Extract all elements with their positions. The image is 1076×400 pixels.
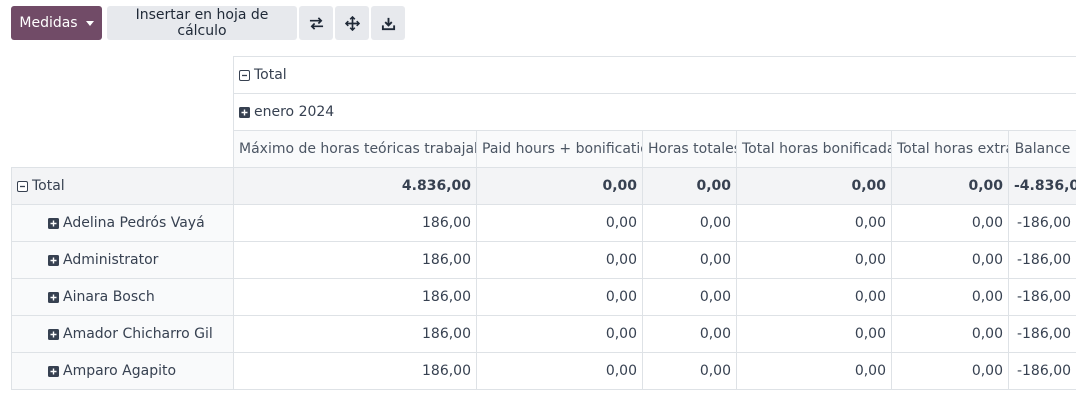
row-header-label: Adelina Pedrós Vayá <box>63 215 205 231</box>
insert-in-spreadsheet-button[interactable]: Insertar en hoja de cálculo <box>107 6 297 40</box>
collapse-icon <box>239 70 250 81</box>
row-header[interactable]: Amador Chicharro Gil <box>11 315 234 353</box>
cell-value[interactable]: 4.836,00 <box>233 167 477 205</box>
expand-icon <box>48 292 59 303</box>
row-header[interactable]: Ainara Bosch <box>11 278 234 316</box>
pivot-corner <box>11 56 234 168</box>
table-row: Amador Chicharro Gil 186,00 0,00 0,00 0,… <box>11 315 1076 353</box>
measure-header[interactable]: Total horas bonificadas <box>736 130 892 168</box>
expand-icon <box>239 107 250 118</box>
measures-dropdown-button[interactable]: Medidas <box>11 6 102 40</box>
expand-icon <box>48 255 59 266</box>
download-button[interactable] <box>371 6 405 40</box>
cell-value[interactable]: 0,00 <box>891 352 1009 390</box>
flip-axis-icon <box>309 16 323 30</box>
cell-value[interactable]: 0,00 <box>476 241 643 279</box>
expand-icon <box>48 218 59 229</box>
col-header-total[interactable]: Total <box>232 56 1076 94</box>
cell-value[interactable]: 0,00 <box>476 278 643 316</box>
row-header-label: Ainara Bosch <box>63 289 155 305</box>
table-row: Amparo Agapito 186,00 0,00 0,00 0,00 0,0… <box>11 352 1076 390</box>
measure-header[interactable]: Horas totales <box>642 130 737 168</box>
cell-value[interactable]: 0,00 <box>642 167 737 205</box>
cell-value[interactable]: 0,00 <box>891 204 1009 242</box>
cell-value[interactable]: 0,00 <box>642 278 737 316</box>
cell-value[interactable]: 186,00 <box>233 352 477 390</box>
row-header[interactable]: Administrator <box>11 241 234 279</box>
cell-value[interactable]: -4.836,00 <box>1007 167 1076 205</box>
col-header-group[interactable]: enero 2024 <box>232 93 1076 131</box>
cell-value[interactable]: 0,00 <box>736 278 892 316</box>
cell-value[interactable]: 0,00 <box>642 241 737 279</box>
row-header-label: Amparo Agapito <box>63 363 177 379</box>
pivot-table: Total enero 2024 Máximo de horas teórica… <box>11 56 1076 390</box>
cell-value[interactable]: 0,00 <box>736 167 892 205</box>
collapse-icon <box>17 181 28 192</box>
cell-value[interactable]: 186,00 <box>233 315 477 353</box>
table-row: Ainara Bosch 186,00 0,00 0,00 0,00 0,00 … <box>11 278 1076 316</box>
cell-value[interactable]: -186,00 <box>1007 204 1076 242</box>
cell-value[interactable]: 0,00 <box>891 167 1009 205</box>
caret-down-icon <box>85 20 94 26</box>
cell-value[interactable]: 0,00 <box>476 204 643 242</box>
total-row: Total 4.836,00 0,00 0,00 0,00 0,00 -4.83… <box>11 167 1076 205</box>
cell-value[interactable]: -186,00 <box>1007 352 1076 390</box>
col-header-group-label: enero 2024 <box>254 104 335 120</box>
download-icon <box>381 17 395 30</box>
row-header-label: Administrator <box>63 252 159 268</box>
row-header[interactable]: Amparo Agapito <box>11 352 234 390</box>
cell-value[interactable]: -186,00 <box>1007 315 1076 353</box>
cell-value[interactable]: 0,00 <box>642 204 737 242</box>
pivot-toolbar: Medidas Insertar en hoja de cálculo <box>11 6 405 40</box>
cell-value[interactable]: 186,00 <box>233 278 477 316</box>
cell-value[interactable]: 0,00 <box>736 352 892 390</box>
expand-icon <box>48 329 59 340</box>
cell-value[interactable]: 0,00 <box>736 241 892 279</box>
measures-label: Medidas <box>19 15 78 31</box>
col-header-total-label: Total <box>254 67 287 83</box>
cell-value[interactable]: 0,00 <box>642 352 737 390</box>
row-header-label: Amador Chicharro Gil <box>63 326 213 342</box>
cell-value[interactable]: 0,00 <box>891 278 1009 316</box>
measure-header[interactable]: Total horas extra <box>891 130 1009 168</box>
expand-all-button[interactable] <box>335 6 369 40</box>
cell-value[interactable]: 0,00 <box>736 204 892 242</box>
row-header[interactable]: Adelina Pedrós Vayá <box>11 204 234 242</box>
cell-value[interactable]: 0,00 <box>476 167 643 205</box>
cell-value[interactable]: 186,00 <box>233 241 477 279</box>
table-row: Adelina Pedrós Vayá 186,00 0,00 0,00 0,0… <box>11 204 1076 242</box>
cell-value[interactable]: 0,00 <box>476 352 643 390</box>
measure-header[interactable]: Máximo de horas teóricas trabajables <box>233 130 477 168</box>
table-row: Administrator 186,00 0,00 0,00 0,00 0,00… <box>11 241 1076 279</box>
expand-icon <box>48 366 59 377</box>
cell-value[interactable]: 0,00 <box>476 315 643 353</box>
flip-axis-button[interactable] <box>299 6 333 40</box>
measure-header[interactable]: Paid hours + bonification <box>476 130 643 168</box>
row-header-total-label: Total <box>32 178 65 194</box>
cell-value[interactable]: -186,00 <box>1007 278 1076 316</box>
cell-value[interactable]: 0,00 <box>891 241 1009 279</box>
cell-value[interactable]: 0,00 <box>736 315 892 353</box>
cell-value[interactable]: -186,00 <box>1007 241 1076 279</box>
cell-value[interactable]: 0,00 <box>642 315 737 353</box>
expand-all-icon <box>344 15 360 31</box>
cell-value[interactable]: 186,00 <box>233 204 477 242</box>
cell-value[interactable]: 0,00 <box>891 315 1009 353</box>
row-header-total[interactable]: Total <box>11 167 234 205</box>
measure-header[interactable]: Balance <box>1007 130 1076 168</box>
